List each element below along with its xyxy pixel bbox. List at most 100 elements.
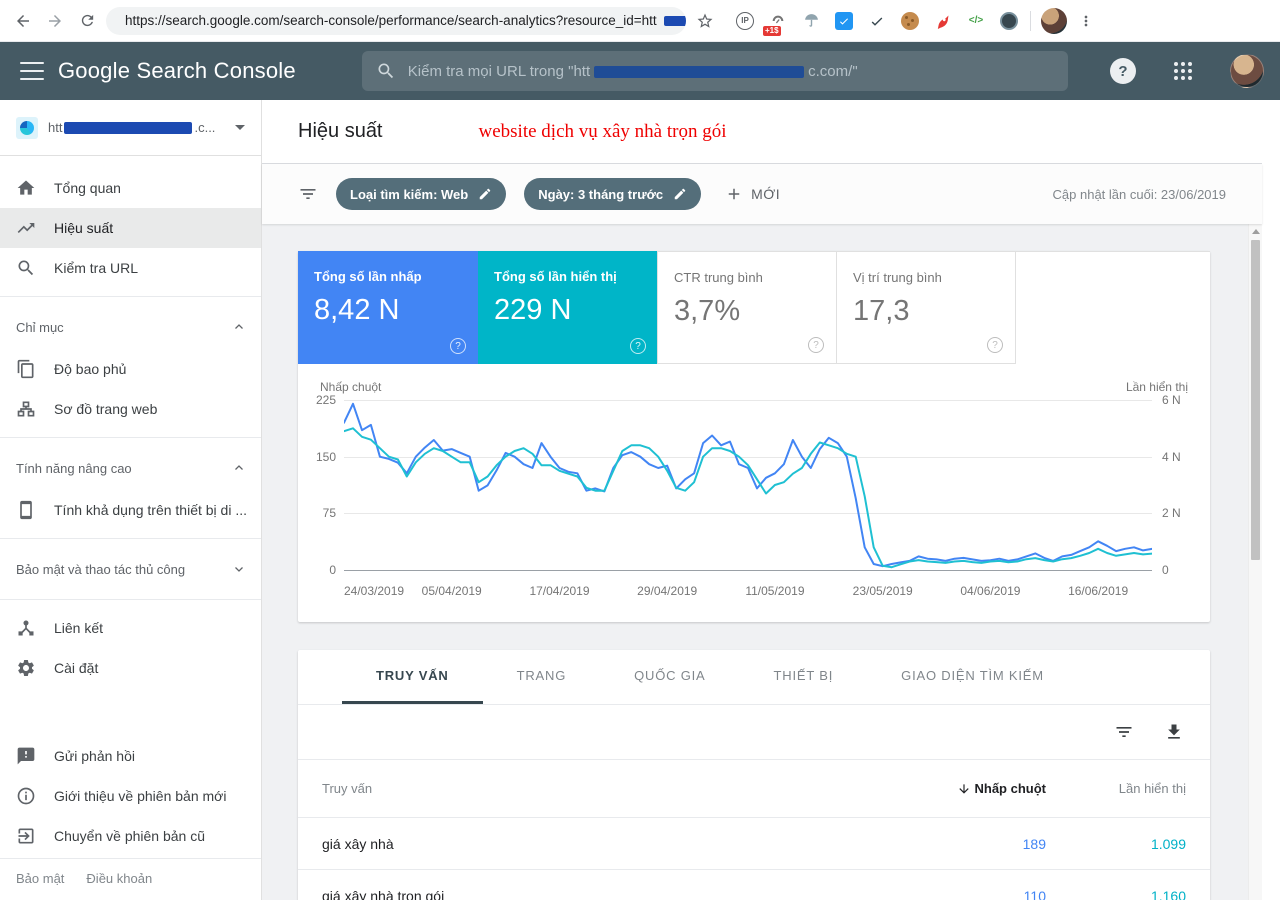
privacy-link[interactable]: Bảo mật	[16, 871, 64, 886]
url-redaction	[664, 16, 686, 26]
sidebar-item-mobile-usability[interactable]: Tính khả dụng trên thiết bị di ...	[0, 490, 261, 530]
help-icon[interactable]: ?	[1110, 58, 1136, 84]
extension-umbrella-icon[interactable]	[800, 10, 822, 32]
filter-icon[interactable]	[298, 184, 318, 204]
date-range-chip[interactable]: Ngày: 3 tháng trước	[524, 178, 701, 210]
apps-grid-icon[interactable]	[1174, 62, 1192, 80]
sidebar-item-performance[interactable]: Hiệu suất	[0, 208, 261, 248]
tab-queries[interactable]: TRUY VẤN	[342, 650, 483, 704]
tile-label: CTR trung bình	[674, 270, 820, 285]
right-gutter	[1262, 100, 1280, 900]
address-bar[interactable]: https://search.google.com/search-console…	[106, 7, 686, 35]
table-row[interactable]: giá xây nhà 189 1.099	[298, 818, 1210, 870]
scroll-up-arrow[interactable]	[1252, 229, 1260, 234]
tab-countries[interactable]: QUỐC GIA	[600, 650, 739, 704]
performance-card: Tổng số lần nhấp 8,42 N ? Tổng số lần hi…	[298, 251, 1210, 622]
plot-area[interactable]	[344, 400, 1152, 570]
sidebar-item-old-version[interactable]: Chuyển về phiên bản cũ	[0, 816, 261, 856]
toolbar-divider	[1030, 11, 1031, 31]
info-icon	[16, 786, 36, 806]
left-axis-ticks: 225 150 75 0	[298, 400, 344, 570]
tab-search-appearance[interactable]: GIAO DIỆN TÌM KIẾM	[867, 650, 1078, 704]
sidebar-section-security[interactable]: Bảo mật và thao tác thủ công	[0, 547, 261, 591]
divider	[0, 538, 261, 539]
plus-icon	[725, 185, 743, 203]
tile-total-clicks[interactable]: Tổng số lần nhấp 8,42 N ?	[298, 251, 478, 364]
terms-link[interactable]: Điều khoản	[86, 871, 152, 886]
bookmark-star-icon[interactable]	[692, 8, 718, 34]
menu-icon[interactable]	[20, 62, 44, 80]
section-label: Chỉ mục	[16, 320, 64, 335]
account-avatar[interactable]	[1230, 54, 1264, 88]
table-filter-icon[interactable]	[1114, 722, 1134, 742]
extension-rocket-icon[interactable]	[932, 10, 954, 32]
reload-icon[interactable]	[74, 8, 100, 34]
table-row[interactable]: giá xây nhà trọn gói 110 1.160	[298, 870, 1210, 900]
help-icon[interactable]: ?	[987, 337, 1003, 353]
extension-code-icon[interactable]: </>	[965, 10, 987, 32]
download-icon[interactable]	[1164, 722, 1184, 742]
tab-pages[interactable]: TRANG	[483, 650, 601, 704]
sidebar-item-overview[interactable]: Tổng quan	[0, 168, 261, 208]
tile-total-impressions[interactable]: Tổng số lần hiển thị 229 N ?	[478, 251, 658, 364]
extension-ip-icon[interactable]: IP	[734, 10, 756, 32]
browser-toolbar: https://search.google.com/search-console…	[0, 0, 1280, 42]
main-content: Hiệu suất website dịch vụ xây nhà trọn g…	[262, 100, 1262, 900]
extension-cookie-icon[interactable]	[899, 10, 921, 32]
sidebar-item-url-inspection[interactable]: Kiểm tra URL	[0, 248, 261, 288]
forward-icon[interactable]	[42, 8, 68, 34]
page-header: Hiệu suất website dịch vụ xây nhà trọn g…	[262, 100, 1262, 164]
column-clicks[interactable]: Nhấp chuột	[906, 781, 1046, 796]
tile-average-ctr[interactable]: CTR trung bình 3,7% ?	[657, 251, 837, 364]
url-inspect-input[interactable]: Kiểm tra mọi URL trong "httc.com/"	[362, 51, 1068, 91]
extension-check-icon[interactable]	[866, 10, 888, 32]
sidebar-item-label: Tổng quan	[54, 180, 121, 196]
browser-menu-icon[interactable]	[1073, 8, 1099, 34]
chevron-down-icon	[233, 563, 245, 575]
sidebar-item-coverage[interactable]: Độ bao phủ	[0, 349, 261, 389]
chevron-up-icon	[233, 462, 245, 474]
trending-up-icon	[16, 218, 36, 238]
extension-seo-icon[interactable]: +1$	[767, 10, 789, 32]
column-query[interactable]: Truy vấn	[322, 781, 906, 796]
new-filter-label: MỚI	[751, 186, 780, 202]
sidebar-item-sitemaps[interactable]: Sơ đồ trang web	[0, 389, 261, 429]
sidebar-item-feedback[interactable]: Gửi phản hồi	[0, 736, 261, 776]
help-icon[interactable]: ?	[808, 337, 824, 353]
screen: https://search.google.com/search-console…	[0, 0, 1280, 900]
impressions-cell: 1.160	[1046, 888, 1186, 900]
extension-bluecheck-icon[interactable]	[833, 10, 855, 32]
sidebar-item-links[interactable]: Liên kết	[0, 608, 261, 648]
sitemap-icon	[16, 399, 36, 419]
sidebar-item-settings[interactable]: Cài đặt	[0, 648, 261, 688]
column-impressions[interactable]: Lần hiển thị	[1046, 781, 1186, 796]
back-icon[interactable]	[10, 8, 36, 34]
tile-average-position[interactable]: Vị trí trung bình 17,3 ?	[836, 251, 1016, 364]
edit-icon	[478, 187, 492, 201]
url-text: https://search.google.com/search-console…	[125, 13, 657, 28]
search-type-chip[interactable]: Loại tìm kiếm: Web	[336, 178, 506, 210]
sidebar-item-label: Sơ đồ trang web	[54, 401, 157, 417]
sidebar-section-enhancements[interactable]: Tính năng nâng cao	[0, 446, 261, 490]
sidebar-item-label: Giới thiệu về phiên bản mới	[54, 788, 226, 804]
browser-profile-avatar[interactable]	[1041, 8, 1067, 34]
section-label: Bảo mật và thao tác thủ công	[16, 562, 185, 577]
sidebar-section-index[interactable]: Chỉ mục	[0, 305, 261, 349]
clicks-cell: 189	[906, 836, 1046, 852]
exit-icon	[16, 826, 36, 846]
edit-icon	[673, 187, 687, 201]
search-icon	[376, 61, 396, 81]
help-icon[interactable]: ?	[450, 338, 466, 354]
search-placeholder: Kiểm tra mọi URL trong "httc.com/"	[408, 63, 858, 80]
extension-circle-icon[interactable]	[998, 10, 1020, 32]
vertical-scrollbar[interactable]	[1248, 224, 1262, 900]
sidebar-item-about-new-version[interactable]: Giới thiệu về phiên bản mới	[0, 776, 261, 816]
property-selector[interactable]: htt.c...	[0, 100, 261, 156]
tab-devices[interactable]: THIẾT BỊ	[740, 650, 868, 704]
help-icon[interactable]: ?	[630, 338, 646, 354]
new-filter-button[interactable]: MỚI	[725, 185, 780, 203]
scrollbar-thumb[interactable]	[1251, 240, 1260, 560]
dimension-tabs: TRUY VẤN TRANG QUỐC GIA THIẾT BỊ GIAO DI…	[298, 650, 1210, 705]
divider	[0, 599, 261, 600]
property-url: htt.c...	[48, 120, 219, 135]
